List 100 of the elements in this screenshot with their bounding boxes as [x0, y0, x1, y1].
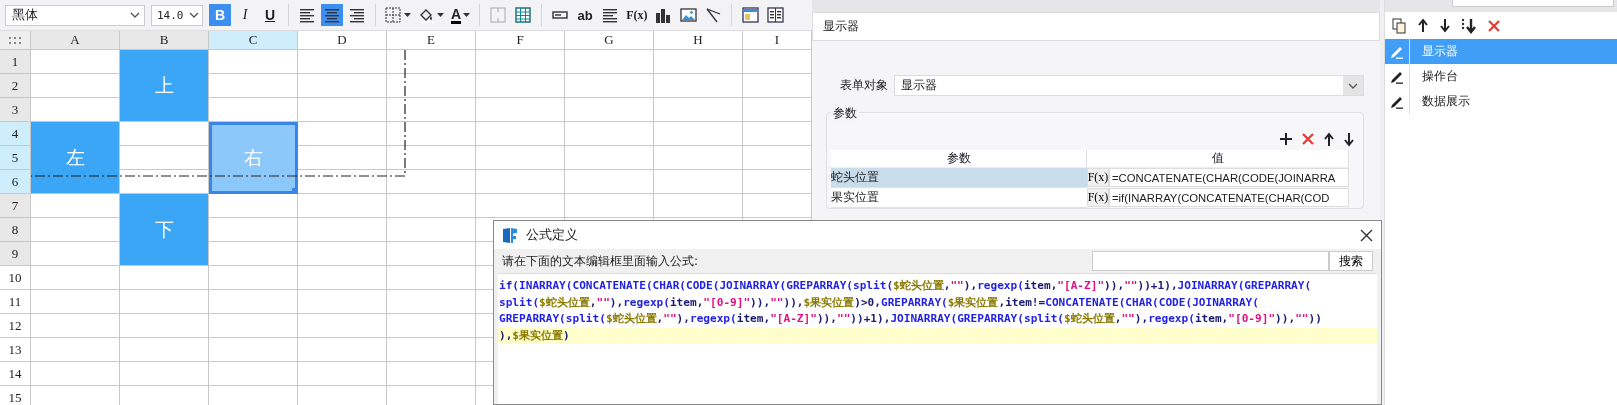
- row-header[interactable]: 4: [0, 122, 31, 146]
- spreadsheet-cell[interactable]: [120, 338, 209, 362]
- underline-button[interactable]: U: [259, 4, 281, 26]
- spreadsheet-cell[interactable]: [387, 146, 476, 170]
- spreadsheet-cell[interactable]: [654, 194, 743, 218]
- spreadsheet-cell[interactable]: [565, 74, 654, 98]
- column-header[interactable]: H: [654, 31, 743, 50]
- form-object-dropdown[interactable]: 显示器: [894, 75, 1364, 96]
- spreadsheet-cell[interactable]: [209, 314, 298, 338]
- copy-icon[interactable]: [1392, 17, 1407, 34]
- spreadsheet-cell[interactable]: [476, 98, 565, 122]
- spreadsheet-cell[interactable]: [654, 98, 743, 122]
- spreadsheet-cell[interactable]: [31, 314, 120, 338]
- row-header[interactable]: 6: [0, 170, 31, 194]
- arrow-down-icon[interactable]: [1343, 131, 1355, 147]
- param-name-cell[interactable]: 果实位置: [831, 188, 1087, 208]
- spreadsheet-cell[interactable]: [387, 242, 476, 266]
- spreadsheet-cell[interactable]: [654, 170, 743, 194]
- spreadsheet-cell[interactable]: [209, 362, 298, 386]
- search-field[interactable]: [1092, 251, 1329, 271]
- spreadsheet-cell[interactable]: [31, 362, 120, 386]
- spreadsheet-cell[interactable]: [298, 50, 387, 74]
- move-to-bottom-icon[interactable]: [1461, 17, 1477, 34]
- spreadsheet-cell[interactable]: [565, 146, 654, 170]
- spreadsheet-cell[interactable]: [209, 338, 298, 362]
- row-header[interactable]: 9: [0, 242, 31, 266]
- spreadsheet-cell[interactable]: [654, 74, 743, 98]
- spreadsheet-cell[interactable]: [387, 122, 476, 146]
- spreadsheet-cell[interactable]: [298, 314, 387, 338]
- row-header[interactable]: 8: [0, 218, 31, 242]
- spreadsheet-cell[interactable]: [476, 50, 565, 74]
- spreadsheet-cell[interactable]: [298, 194, 387, 218]
- column-header[interactable]: B: [120, 31, 209, 50]
- layout-button[interactable]: [739, 4, 762, 26]
- spreadsheet-cell[interactable]: [387, 218, 476, 242]
- close-button[interactable]: [1360, 228, 1373, 242]
- spreadsheet-cell[interactable]: [31, 338, 120, 362]
- column-header[interactable]: C: [209, 31, 298, 50]
- spreadsheet-cell[interactable]: [565, 170, 654, 194]
- spreadsheet-cell[interactable]: [209, 290, 298, 314]
- text-label-button[interactable]: ab: [574, 4, 597, 26]
- arrow-up-icon[interactable]: [1323, 131, 1335, 147]
- spreadsheet-cell[interactable]: [120, 290, 209, 314]
- spreadsheet-cell[interactable]: [476, 122, 565, 146]
- spreadsheet-cell[interactable]: [654, 146, 743, 170]
- spreadsheet-cell[interactable]: [387, 338, 476, 362]
- arrow-down-icon[interactable]: [1439, 18, 1451, 33]
- spreadsheet-cell[interactable]: [298, 242, 387, 266]
- delete-icon[interactable]: [1301, 132, 1315, 146]
- font-color-button[interactable]: A: [449, 4, 473, 26]
- delete-icon[interactable]: [1487, 18, 1501, 33]
- text-field[interactable]: [1452, 0, 1614, 7]
- borders-button[interactable]: [383, 4, 413, 26]
- formula-button[interactable]: F(x): [1087, 168, 1109, 187]
- formula-editor[interactable]: [498, 273, 1377, 404]
- spreadsheet-cell[interactable]: [654, 50, 743, 74]
- spreadsheet-cell[interactable]: [31, 266, 120, 290]
- spreadsheet-cell[interactable]: [387, 362, 476, 386]
- spreadsheet-cell[interactable]: [476, 146, 565, 170]
- spreadsheet-cell[interactable]: [387, 194, 476, 218]
- spreadsheet-cell[interactable]: [298, 290, 387, 314]
- spreadsheet-cell[interactable]: [654, 122, 743, 146]
- spreadsheet-cell[interactable]: [565, 50, 654, 74]
- row-header[interactable]: 5: [0, 146, 31, 170]
- spreadsheet-cell[interactable]: [298, 218, 387, 242]
- row-header[interactable]: 13: [0, 338, 31, 362]
- spreadsheet-cell[interactable]: [298, 266, 387, 290]
- spreadsheet-cell[interactable]: [298, 338, 387, 362]
- column-header[interactable]: A: [31, 31, 120, 50]
- column-header[interactable]: F: [476, 31, 565, 50]
- spreadsheet-cell[interactable]: [565, 98, 654, 122]
- param-value-field[interactable]: =CONCATENATE(CHAR(CODE(JOINARRA: [1109, 168, 1349, 187]
- column-header[interactable]: E: [387, 31, 476, 50]
- spreadsheet-cell[interactable]: [387, 50, 476, 74]
- spreadsheet-cell[interactable]: [387, 314, 476, 338]
- spreadsheet-cell[interactable]: [120, 362, 209, 386]
- param-value-field[interactable]: =if(INARRAY(CONCATENATE(CHAR(COD: [1109, 188, 1349, 207]
- spreadsheet-cell[interactable]: [387, 74, 476, 98]
- spreadsheet-cell[interactable]: [31, 290, 120, 314]
- spreadsheet-cell[interactable]: [565, 122, 654, 146]
- spreadsheet-cell[interactable]: [565, 194, 654, 218]
- row-header[interactable]: 3: [0, 98, 31, 122]
- spreadsheet-cell[interactable]: [120, 314, 209, 338]
- spreadsheet-cell[interactable]: [476, 194, 565, 218]
- spreadsheet-cell[interactable]: [298, 74, 387, 98]
- spreadsheet-cell[interactable]: [387, 290, 476, 314]
- row-header[interactable]: 2: [0, 74, 31, 98]
- font-size-select[interactable]: 14.0: [151, 4, 203, 26]
- spreadsheet-cell[interactable]: [387, 266, 476, 290]
- param-name-cell[interactable]: 蛇头位置: [831, 168, 1087, 188]
- fill-handle[interactable]: [292, 188, 298, 194]
- spreadsheet-cell[interactable]: [387, 98, 476, 122]
- spreadsheet-cell[interactable]: [209, 266, 298, 290]
- row-header[interactable]: 14: [0, 362, 31, 386]
- search-button[interactable]: 搜索: [1329, 251, 1373, 271]
- align-center-button[interactable]: [321, 4, 343, 26]
- row-header[interactable]: 1: [0, 50, 31, 74]
- formula-button[interactable]: F(x): [1087, 188, 1109, 207]
- column-header[interactable]: I: [743, 31, 812, 50]
- row-header[interactable]: 11: [0, 290, 31, 314]
